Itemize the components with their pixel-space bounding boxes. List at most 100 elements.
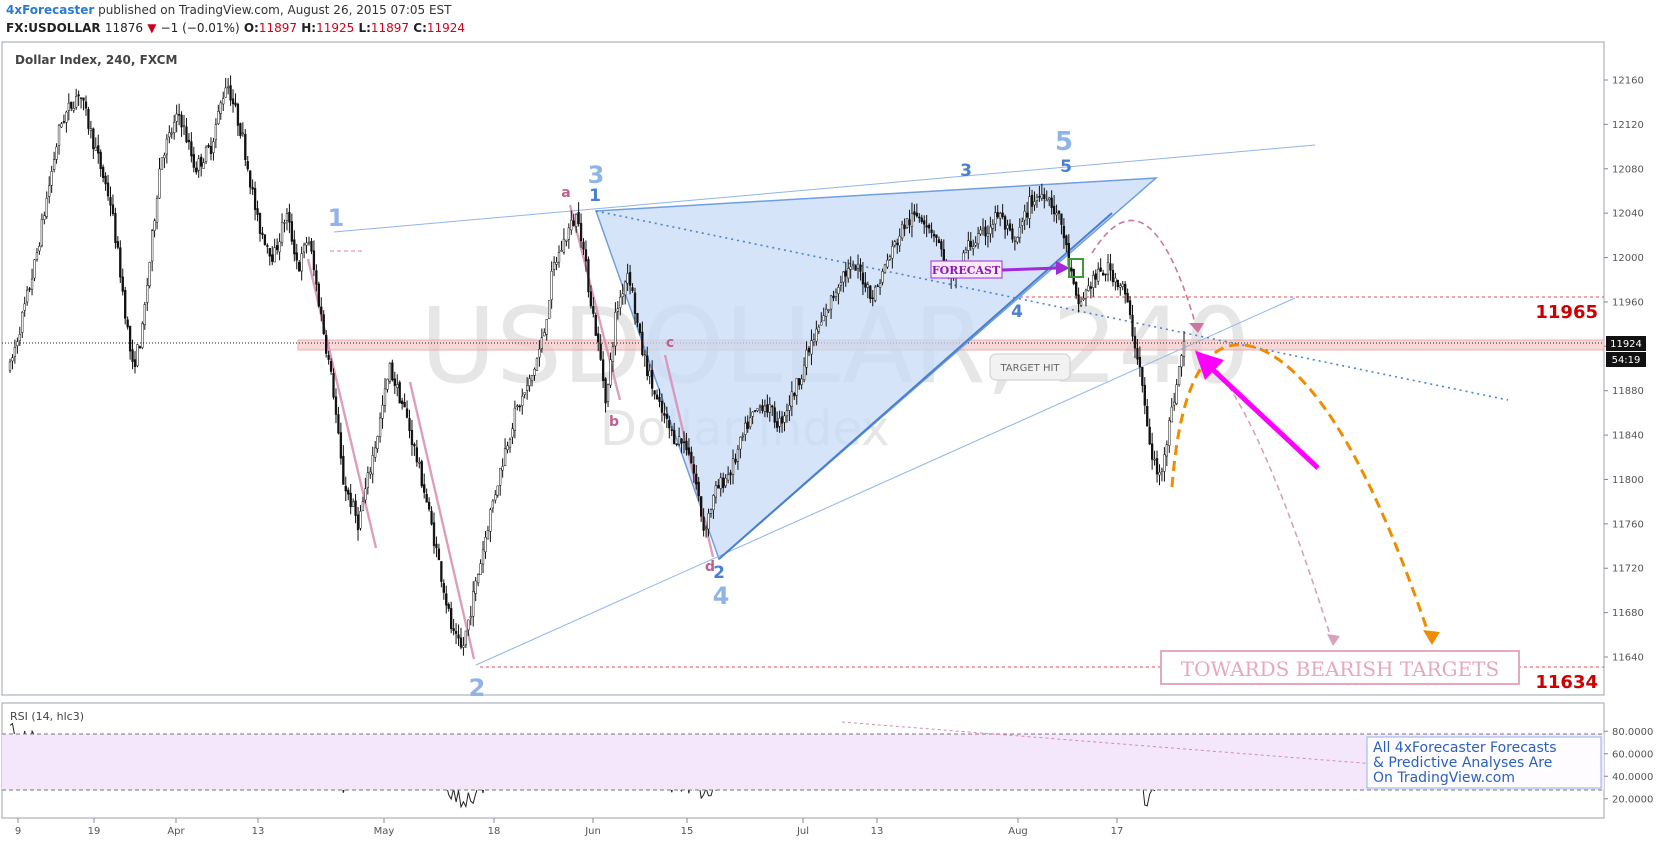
- candle-body: [302, 244, 306, 253]
- candle-body: [52, 159, 56, 170]
- candle-body: [572, 220, 575, 226]
- candle-body: [158, 168, 161, 199]
- candle-body: [577, 212, 580, 225]
- candle-body: [60, 123, 63, 128]
- time-axis: 9 19 Apr 13 May 18 Jun 15 Jul 13 Aug 17: [15, 818, 1123, 837]
- candle-body: [758, 405, 762, 408]
- candle-body: [180, 114, 183, 128]
- candle-body: [1001, 212, 1004, 217]
- promo-line-2: & Predictive Analyses Are: [1373, 755, 1552, 771]
- price-tick-label: 11760: [1612, 519, 1644, 530]
- candle-body: [663, 413, 666, 416]
- candle-body: [910, 212, 914, 227]
- candle-body: [896, 242, 899, 245]
- candle-body: [239, 123, 242, 136]
- candle-body: [185, 126, 188, 143]
- candle-body: [1141, 367, 1144, 386]
- candle-body: [653, 390, 656, 395]
- candle-body: [136, 344, 139, 367]
- candle-body: [87, 109, 90, 129]
- candle-body: [1008, 223, 1012, 231]
- candle-body: [1082, 298, 1085, 301]
- candle-body: [719, 477, 722, 489]
- candle-body: [923, 220, 926, 225]
- candle-body: [582, 241, 585, 250]
- candle-body: [783, 415, 786, 423]
- candle-body: [266, 245, 269, 247]
- forecast-arrow-line: [1001, 266, 1059, 272]
- candle-body: [1006, 224, 1009, 229]
- wave-small-4: 4: [1011, 302, 1023, 322]
- candle-body: [606, 384, 610, 402]
- candle-body: [23, 303, 26, 311]
- candle-body: [626, 273, 629, 284]
- candle-body: [913, 211, 916, 215]
- candle-body: [43, 215, 46, 220]
- candle-body: [729, 472, 732, 476]
- candle-body: [812, 339, 816, 343]
- candle-body: [856, 263, 860, 269]
- candle-body: [104, 175, 107, 185]
- time-tick-label: Apr: [167, 826, 185, 837]
- candle-body: [785, 410, 789, 417]
- candle-body: [327, 354, 330, 360]
- candle-body: [587, 259, 590, 293]
- candle-body: [905, 218, 909, 228]
- candle-body: [724, 478, 727, 486]
- candle-body: [354, 500, 357, 516]
- candle-body: [876, 285, 879, 288]
- candle-body: [442, 583, 445, 593]
- candle-body: [256, 208, 259, 215]
- candle-body: [126, 319, 129, 328]
- candle-body: [1089, 286, 1093, 289]
- candle-body: [401, 400, 404, 404]
- candle-body: [393, 378, 396, 386]
- candle-body: [253, 188, 257, 210]
- candle-body: [641, 331, 644, 355]
- candle-body: [766, 404, 769, 413]
- current-price-value: 11924: [1610, 339, 1642, 350]
- chart-canvas[interactable]: USDOLLAR, 240 Dollar Index Dollar Index,…: [0, 0, 1664, 849]
- candle-body: [827, 309, 830, 311]
- price-tick-label: 11960: [1612, 297, 1644, 308]
- candle-body: [609, 359, 612, 386]
- candle-body: [967, 240, 970, 251]
- candle-body: [675, 443, 678, 446]
- candle-body: [920, 217, 923, 222]
- candle-body: [35, 252, 39, 260]
- price-tick-label: 11840: [1612, 431, 1644, 442]
- candle-body: [616, 308, 619, 312]
- candle-body: [756, 408, 759, 411]
- candle-body: [450, 608, 453, 629]
- candle-body: [1116, 280, 1119, 288]
- candle-body: [989, 226, 992, 235]
- candle-body: [753, 410, 757, 412]
- candle-body: [236, 103, 240, 126]
- candle-body: [1138, 356, 1142, 368]
- candle-body: [575, 213, 578, 227]
- candle-body: [837, 287, 840, 294]
- candle-body: [21, 312, 24, 333]
- candle-body: [802, 364, 806, 381]
- wave-c: c: [666, 335, 674, 351]
- candle-body: [695, 473, 698, 485]
- candle-body: [807, 347, 811, 353]
- candle-body: [648, 370, 651, 377]
- rsi-band: [2, 734, 1604, 790]
- candle-body: [739, 436, 742, 450]
- candle-body: [133, 359, 137, 368]
- candle-body: [1087, 285, 1090, 292]
- candle-body: [533, 369, 536, 376]
- candle-body: [503, 448, 507, 466]
- candle-body: [1070, 267, 1073, 272]
- candle-body: [246, 161, 249, 170]
- candle-body: [844, 270, 847, 277]
- candle-body: [75, 96, 78, 108]
- candle-body: [472, 591, 475, 617]
- candle-body: [1168, 420, 1171, 446]
- candle-body: [1048, 197, 1051, 201]
- candle-body: [398, 382, 401, 404]
- candle-body: [584, 249, 588, 262]
- candle-body: [82, 97, 85, 101]
- candle-body: [263, 234, 267, 246]
